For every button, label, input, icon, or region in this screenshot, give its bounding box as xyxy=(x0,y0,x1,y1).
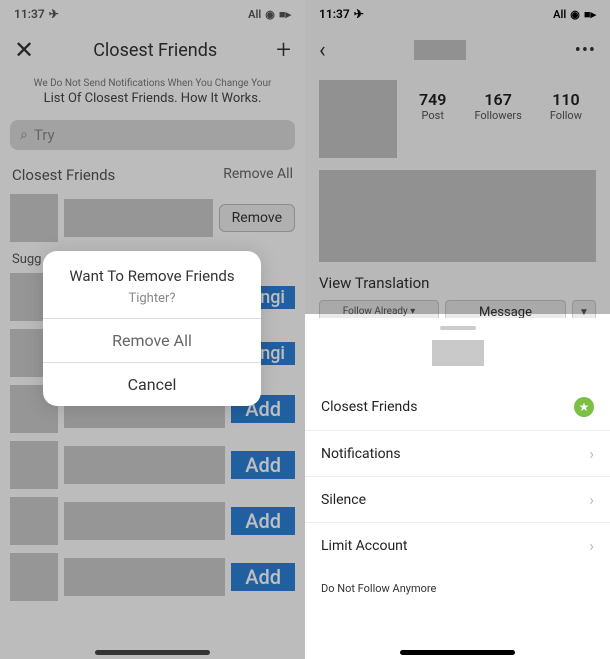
suggested-row: Add xyxy=(0,437,305,493)
sheet-closest-friends[interactable]: Closest Friends ★ xyxy=(305,384,610,431)
status-bar: 11:37 ✈ All ◉ ■▸ xyxy=(0,0,305,28)
chevron-right-icon: › xyxy=(589,536,594,555)
friend-name[interactable] xyxy=(64,558,225,596)
chevron-right-icon: › xyxy=(589,490,594,509)
friend-name[interactable] xyxy=(64,502,225,540)
home-indicator[interactable] xyxy=(95,650,210,655)
search-input[interactable]: ⌕ Try xyxy=(10,120,295,150)
modal-remove-all-button[interactable]: Remove All xyxy=(43,318,261,362)
info-line2[interactable]: List Of Closest Friends. How It Works. xyxy=(16,91,289,106)
bottom-sheet: Closest Friends ★ Notifications › Silenc… xyxy=(305,318,610,659)
sheet-avatar xyxy=(432,340,484,366)
star-icon: ★ xyxy=(574,397,594,417)
battery-icon: ■▸ xyxy=(279,8,291,21)
friend-name[interactable] xyxy=(64,446,225,484)
avatar[interactable] xyxy=(10,553,58,601)
confirm-modal: Want To Remove Friends Tighter? Remove A… xyxy=(43,251,261,406)
sheet-silence[interactable]: Silence › xyxy=(305,477,610,523)
chevron-right-icon: › xyxy=(589,444,594,463)
send-icon: ✈ xyxy=(49,7,59,21)
suggested-row: Add xyxy=(0,493,305,549)
plus-icon[interactable]: + xyxy=(276,35,291,65)
sheet-limit-account[interactable]: Limit Account › xyxy=(305,523,610,568)
add-button[interactable]: Add xyxy=(231,507,295,535)
sheet-item-label: Closest Friends xyxy=(321,399,417,415)
sheet-item-label: Notifications xyxy=(321,446,401,462)
avatar[interactable] xyxy=(10,194,58,242)
friend-name[interactable] xyxy=(64,199,213,237)
section-label: Closest Friends xyxy=(12,166,115,184)
signal-text: All xyxy=(248,8,261,21)
modal-title: Want To Remove Friends xyxy=(43,251,261,291)
search-placeholder: Try xyxy=(34,126,55,144)
sheet-unfollow[interactable]: Do Not Follow Anymore xyxy=(305,568,610,619)
section-header: Closest Friends Remove All xyxy=(0,158,305,190)
sheet-notifications[interactable]: Notifications › xyxy=(305,431,610,477)
sheet-item-label: Do Not Follow Anymore xyxy=(321,582,436,595)
info-text: We Do Not Send Notifications When You Ch… xyxy=(0,72,305,112)
header: ✕ Closest Friends + xyxy=(0,28,305,72)
home-indicator[interactable] xyxy=(400,650,515,655)
sheet-handle[interactable] xyxy=(440,326,476,330)
sheet-item-label: Limit Account xyxy=(321,538,407,554)
status-time: 11:37 xyxy=(14,7,45,21)
search-icon: ⌕ xyxy=(20,127,28,143)
friend-row: Remove xyxy=(0,190,305,246)
add-button[interactable]: Add xyxy=(231,451,295,479)
sheet-item-label: Silence xyxy=(321,492,366,508)
modal-cancel-button[interactable]: Cancel xyxy=(43,362,261,406)
info-line1: We Do Not Send Notifications When You Ch… xyxy=(16,78,289,89)
avatar[interactable] xyxy=(10,497,58,545)
sheet-overlay[interactable] xyxy=(305,0,610,314)
modal-subtitle: Tighter? xyxy=(43,291,261,318)
avatar[interactable] xyxy=(10,441,58,489)
suggested-row: Add xyxy=(0,549,305,605)
close-icon[interactable]: ✕ xyxy=(14,36,34,64)
add-button[interactable]: Add xyxy=(231,563,295,591)
remove-all-link[interactable]: Remove All xyxy=(223,166,293,184)
page-title: Closest Friends xyxy=(93,40,217,61)
remove-button[interactable]: Remove xyxy=(219,204,295,232)
wifi-icon: ◉ xyxy=(265,8,275,21)
